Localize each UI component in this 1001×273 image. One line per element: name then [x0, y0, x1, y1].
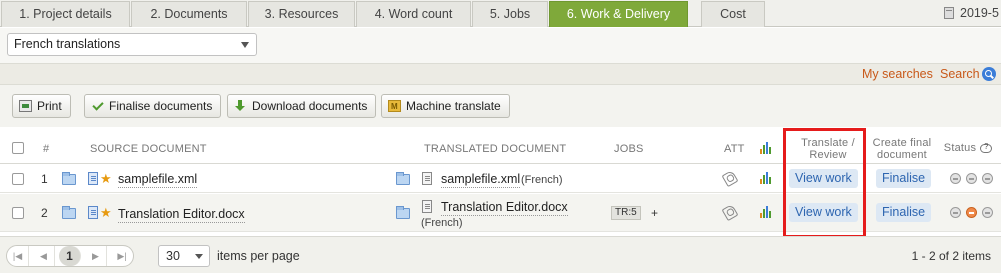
finalise-documents-button[interactable]: Finalise documents — [84, 94, 222, 118]
row-number: 1 — [41, 172, 48, 186]
tab-word-count[interactable]: 4. Word count — [356, 1, 471, 27]
document-icon — [422, 172, 432, 185]
translated-language: (French) — [421, 217, 463, 229]
check-icon — [91, 100, 104, 112]
document-icon — [88, 206, 98, 219]
tab-project-details[interactable]: 1. Project details — [1, 1, 130, 27]
tab-documents[interactable]: 2. Documents — [131, 1, 247, 27]
chevron-down-icon — [241, 42, 249, 48]
project-date: 2019-5 — [944, 6, 999, 20]
tab-cost[interactable]: Cost — [701, 1, 765, 27]
pagination-footer: |◀ ◀ 1 ▶ ▶| 30 items per page 1 - 2 of 2… — [0, 236, 1001, 273]
job-tag[interactable]: TR:5 — [611, 206, 641, 220]
machine-translate-icon — [388, 96, 401, 118]
search-icon[interactable] — [982, 67, 996, 81]
first-page-icon[interactable]: |◀ — [7, 246, 29, 266]
my-searches-link[interactable]: My searches — [862, 67, 933, 81]
calendar-icon — [944, 7, 954, 19]
excel-icon — [19, 100, 32, 112]
toolbar: Print Finalise documents Download docume… — [0, 85, 1001, 127]
document-icon — [88, 172, 98, 185]
chart-icon[interactable] — [760, 172, 773, 184]
paperclip-icon[interactable] — [721, 169, 739, 188]
filter-row: French translations — [0, 28, 1001, 63]
select-all-checkbox[interactable] — [12, 142, 24, 154]
view-filter-value: French translations — [14, 37, 121, 51]
chevron-down-icon — [195, 254, 203, 259]
header-status: Status — [943, 142, 977, 154]
source-file-link[interactable]: samplefile.xml — [118, 172, 198, 188]
header-jobs: JOBS — [614, 143, 644, 155]
pager: |◀ ◀ 1 ▶ ▶| — [6, 245, 134, 267]
help-bubble-icon[interactable] — [980, 142, 992, 153]
status-dot — [982, 173, 993, 184]
source-file-link[interactable]: Translation Editor.docx — [118, 207, 245, 223]
next-page-icon[interactable]: ▶ — [85, 246, 107, 266]
folder-icon[interactable] — [396, 172, 410, 185]
project-date-text: 2019-5 — [960, 6, 999, 20]
status-dot — [950, 207, 961, 218]
row-checkbox[interactable] — [12, 207, 24, 219]
finalise-documents-label: Finalise documents — [109, 99, 213, 113]
print-label: Print — [37, 99, 62, 113]
row-number: 2 — [41, 206, 48, 220]
chart-icon — [760, 142, 773, 154]
items-per-page-label: items per page — [217, 249, 300, 263]
tab-jobs[interactable]: 5. Jobs — [472, 1, 548, 27]
document-icon — [422, 200, 432, 213]
download-icon — [234, 100, 247, 112]
header-create-final-document: Create final document — [872, 137, 932, 161]
header-att: ATT — [724, 143, 745, 155]
paperclip-icon[interactable] — [721, 203, 739, 222]
header-source-document[interactable]: SOURCE DOCUMENT — [90, 143, 207, 155]
status-dot — [982, 207, 993, 218]
status-dot — [950, 173, 961, 184]
status-dot — [966, 207, 977, 218]
translated-file-link[interactable]: Translation Editor.docx — [441, 200, 568, 216]
items-per-page-value: 30 — [166, 249, 180, 263]
header-num: # — [43, 143, 50, 155]
status-dot — [966, 173, 977, 184]
folder-icon[interactable] — [396, 206, 410, 219]
translated-language: (French) — [521, 174, 563, 186]
header-translated-document[interactable]: TRANSLATED DOCUMENT — [424, 143, 566, 155]
tab-bar: 1. Project details 2. Documents 3. Resou… — [0, 0, 1001, 27]
chart-icon[interactable] — [760, 206, 773, 218]
search-link[interactable]: Search — [940, 67, 980, 81]
print-button[interactable]: Print — [12, 94, 71, 118]
folder-icon[interactable] — [62, 206, 76, 219]
star-icon[interactable]: ★ — [100, 172, 112, 185]
tab-resources[interactable]: 3. Resources — [248, 1, 355, 27]
search-bar: My searches Search — [0, 63, 1001, 85]
view-filter-select[interactable]: French translations — [7, 33, 257, 56]
prev-page-icon[interactable]: ◀ — [33, 246, 55, 266]
row-checkbox[interactable] — [12, 173, 24, 185]
star-icon[interactable]: ★ — [100, 206, 112, 219]
last-page-icon[interactable]: ▶| — [111, 246, 133, 266]
items-range: 1 - 2 of 2 items — [911, 249, 991, 263]
items-per-page-select[interactable]: 30 — [158, 245, 210, 267]
folder-icon[interactable] — [62, 172, 76, 185]
download-documents-button[interactable]: Download documents — [227, 94, 377, 118]
finalise-button[interactable]: Finalise — [876, 203, 932, 222]
download-documents-label: Download documents — [252, 99, 368, 113]
current-page[interactable]: 1 — [59, 246, 81, 266]
finalise-button[interactable]: Finalise — [876, 169, 932, 188]
add-job-button[interactable]: + — [651, 206, 658, 220]
machine-translate-label: Machine translate — [406, 99, 501, 113]
translated-file-link[interactable]: samplefile.xml — [441, 172, 521, 188]
machine-translate-button[interactable]: Machine translate — [381, 94, 510, 118]
tab-work-delivery[interactable]: 6. Work & Delivery — [549, 1, 688, 27]
highlight-box — [783, 128, 866, 238]
